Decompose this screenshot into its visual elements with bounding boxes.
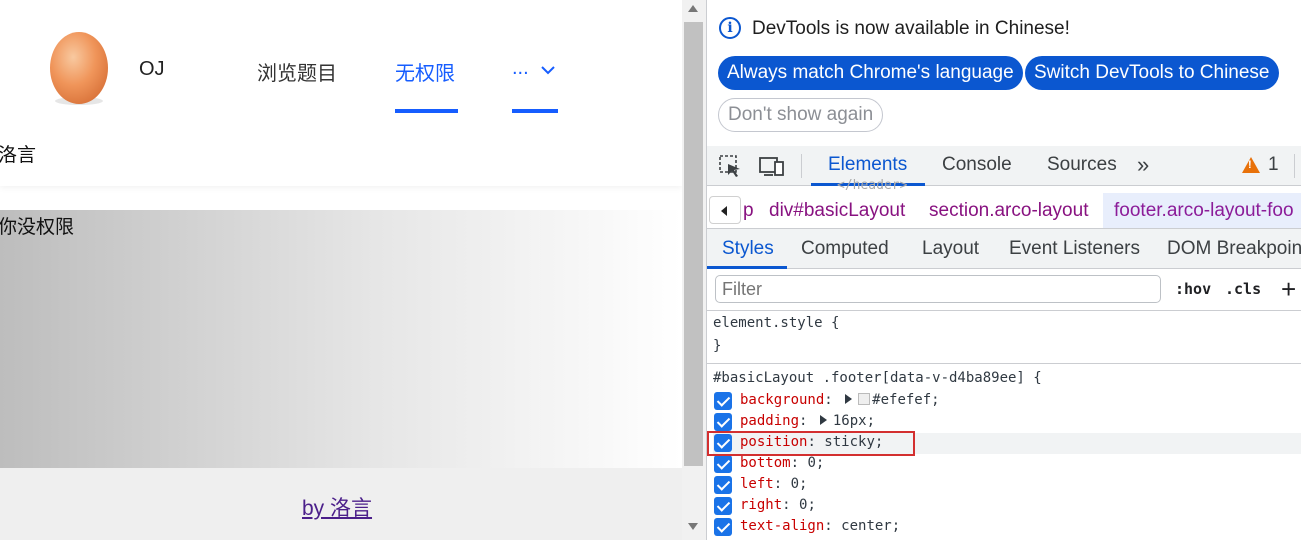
subtab-layout[interactable]: Layout — [922, 238, 979, 260]
screen: OJ 浏览题目 无权限 ... 洛言 你没权限 by 洛言 i DevTools… — [0, 0, 1301, 540]
inspect-element-icon[interactable] — [718, 154, 744, 178]
css-declaration: bottom: 0; — [713, 454, 1301, 475]
device-toolbar-icon[interactable] — [759, 154, 785, 178]
menu-item-no-permission[interactable]: 无权限 — [395, 57, 458, 113]
menu-item-label: 无权限 — [395, 63, 455, 85]
rule-selector[interactable]: #basicLayout .footer[data-v-d4ba89ee] { — [713, 370, 1042, 386]
warning-count[interactable]: 1 — [1268, 154, 1279, 176]
css-property[interactable]: left — [740, 476, 774, 492]
subtab-event-listeners[interactable]: Event Listeners — [1009, 238, 1140, 260]
css-colon: : — [799, 413, 816, 429]
page-scrollbar[interactable] — [682, 0, 706, 540]
new-style-rule-plus-icon[interactable]: + — [1281, 274, 1296, 305]
rule-close-brace: } — [713, 338, 722, 354]
styles-filter-input[interactable] — [715, 275, 1161, 303]
subtab-computed[interactable]: Computed — [801, 238, 889, 260]
css-value[interactable]: #efefef; — [872, 392, 939, 408]
css-value[interactable]: center; — [841, 518, 900, 534]
breadcrumb-item[interactable]: section.arco-layout — [929, 200, 1088, 222]
breadcrumb-scroll-left-icon[interactable] — [709, 196, 741, 224]
warning-mark: ! — [1248, 159, 1252, 171]
css-property[interactable]: right — [740, 497, 782, 513]
css-colon: : — [773, 476, 791, 492]
css-value[interactable]: 0; — [799, 497, 816, 513]
css-declaration: left: 0; — [713, 475, 1301, 496]
app-header: OJ 浏览题目 无权限 ... 洛言 — [0, 0, 682, 186]
subtab-dom-breakpoints[interactable]: DOM Breakpoin — [1167, 238, 1301, 260]
user-name[interactable]: 洛言 — [0, 140, 36, 167]
breadcrumb-item[interactable]: p — [743, 200, 754, 222]
footer-author-link[interactable]: by 洛言 — [302, 492, 372, 522]
styles-filter-bar: :hov .cls + — [707, 269, 1301, 311]
class-toggle[interactable]: .cls — [1225, 280, 1261, 298]
rule-divider — [707, 363, 1301, 364]
toolbar-separator — [801, 154, 802, 178]
css-value[interactable]: 0; — [791, 476, 808, 492]
css-declaration: padding: 16px; — [713, 412, 1301, 433]
breadcrumb-item-selected[interactable]: footer.arco-layout-foo — [1103, 193, 1301, 228]
css-property[interactable]: bottom — [740, 455, 791, 471]
active-underline — [395, 109, 458, 113]
toolbar-separator — [1294, 154, 1295, 178]
breadcrumb: p div#basicLayout section.arco-layout fo… — [707, 193, 1301, 229]
app-footer: by 洛言 — [0, 468, 682, 540]
css-value[interactable]: 16px; — [833, 413, 875, 429]
banner-text: DevTools is now available in Chinese! — [752, 18, 1070, 39]
dom-tree-partial-line: </header> — [837, 178, 908, 193]
scrollbar-thumb[interactable] — [684, 22, 703, 466]
css-property[interactable]: padding — [740, 413, 799, 429]
chevron-down-icon — [540, 66, 555, 75]
main-content: 你没权限 — [0, 210, 682, 468]
scroll-up-arrow-icon[interactable] — [688, 5, 698, 12]
site-name: OJ — [139, 58, 165, 80]
devtools-toolbar: Elements Console Sources » ! 1 — [707, 146, 1301, 186]
always-match-language-button[interactable]: Always match Chrome's language — [718, 56, 1023, 90]
expand-triangle-icon[interactable] — [819, 415, 827, 425]
switch-to-chinese-button[interactable]: Switch DevTools to Chinese — [1025, 56, 1279, 90]
declaration-checkbox[interactable] — [714, 455, 732, 473]
more-tabs-chevron-icon[interactable]: » — [1137, 152, 1149, 178]
egg-logo-icon[interactable] — [48, 28, 110, 106]
hover-state-toggle[interactable]: :hov — [1175, 280, 1211, 298]
css-value[interactable]: 0; — [807, 455, 824, 471]
active-underline — [512, 109, 558, 113]
app-page: OJ 浏览题目 无权限 ... 洛言 你没权限 by 洛言 — [0, 0, 682, 540]
css-property[interactable]: background — [740, 392, 824, 408]
expand-triangle-icon[interactable] — [845, 394, 853, 404]
highlight-annotation-box — [707, 431, 915, 456]
css-declaration: right: 0; — [713, 496, 1301, 517]
declaration-checkbox[interactable] — [714, 476, 732, 494]
css-declaration: text-align: center; — [713, 517, 1301, 538]
element-style-selector[interactable]: element.style { — [713, 315, 839, 331]
declaration-checkbox[interactable] — [714, 497, 732, 515]
css-declaration: background: #efefef; — [713, 391, 1301, 412]
language-banner: i DevTools is now available in Chinese! … — [707, 0, 1301, 146]
css-colon: : — [824, 392, 842, 408]
scroll-down-arrow-icon[interactable] — [688, 523, 698, 530]
tab-console[interactable]: Console — [942, 154, 1012, 176]
declaration-checkbox[interactable] — [714, 518, 732, 536]
menu-item-label: 浏览题目 — [257, 63, 337, 85]
devtools-panel: i DevTools is now available in Chinese! … — [706, 0, 1301, 540]
no-permission-text: 你没权限 — [0, 217, 75, 238]
breadcrumb-item[interactable]: div#basicLayout — [769, 200, 905, 222]
dont-show-again-button[interactable]: Don't show again — [718, 98, 884, 132]
css-colon: : — [790, 455, 808, 471]
menu-more-label: ... — [512, 57, 529, 79]
menu-more-dropdown[interactable]: ... — [512, 57, 558, 113]
declaration-checkbox[interactable] — [714, 392, 732, 410]
info-icon: i — [719, 17, 741, 39]
tab-sources[interactable]: Sources — [1047, 154, 1117, 176]
css-colon: : — [824, 518, 842, 534]
tab-elements[interactable]: Elements — [828, 154, 907, 176]
declaration-checkbox[interactable] — [714, 413, 732, 431]
css-property[interactable]: text-align — [740, 518, 824, 534]
subtab-styles[interactable]: Styles — [722, 238, 774, 260]
styles-subtabs: Styles Computed Layout Event Listeners D… — [707, 229, 1301, 269]
styles-pane: element.style { } #basicLayout .footer[d… — [707, 311, 1301, 540]
css-colon: : — [782, 497, 800, 513]
color-swatch[interactable] — [858, 393, 871, 405]
menu-item-browse[interactable]: 浏览题目 — [257, 57, 337, 113]
